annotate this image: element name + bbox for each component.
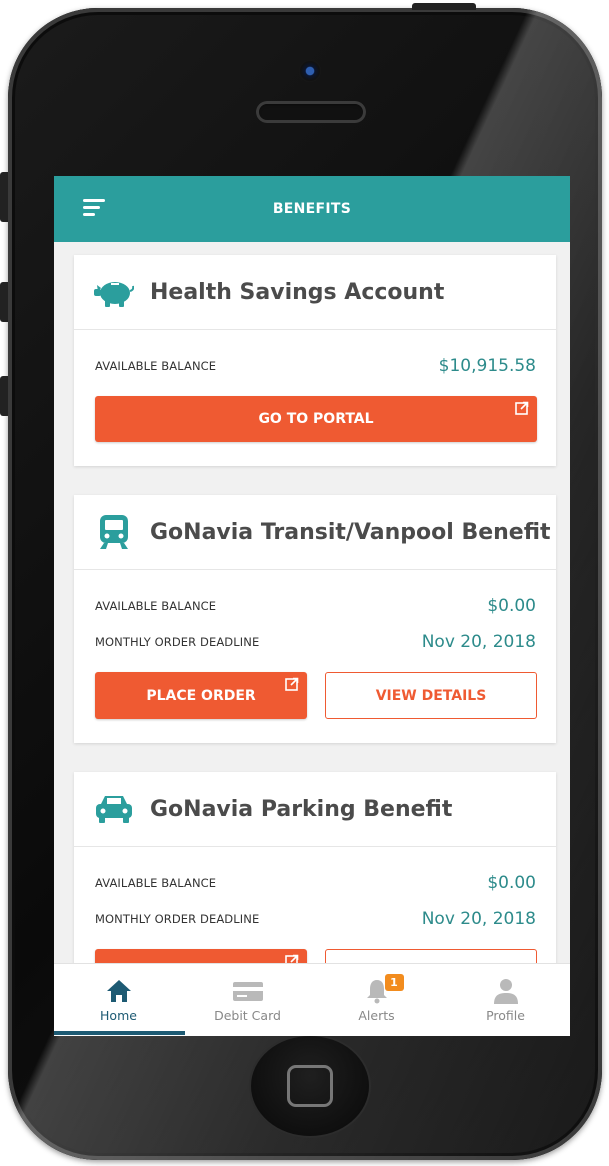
volume-up-button	[0, 282, 8, 322]
external-link-icon	[285, 677, 299, 691]
train-icon	[94, 515, 134, 549]
balance-row: AVAILABLE BALANCE $0.00	[74, 871, 556, 895]
go-to-portal-label: GO TO PORTAL	[258, 411, 374, 427]
deadline-value: Nov 20, 2018	[421, 632, 536, 652]
deadline-row: MONTHLY ORDER DEADLINE Nov 20, 2018	[74, 630, 556, 654]
home-hardware-button[interactable]	[251, 1036, 369, 1136]
volume-down-button	[0, 376, 8, 416]
nav-label: Home	[100, 1008, 137, 1023]
card-title: GoNavia Transit/Vanpool Benefit	[150, 519, 551, 545]
nav-label: Debit Card	[214, 1008, 281, 1023]
external-link-icon	[515, 401, 529, 415]
piggy-bank-icon	[94, 275, 134, 309]
page-title: BENEFITS	[272, 201, 352, 217]
hamburger-menu-icon[interactable]	[83, 199, 105, 217]
go-to-portal-button[interactable]: GO TO PORTAL	[95, 396, 537, 442]
view-details-label: VIEW DETAILS	[375, 687, 487, 704]
nav-home[interactable]: Home	[54, 964, 185, 1036]
deadline-label: MONTHLY ORDER DEADLINE	[95, 912, 260, 926]
app-header: BENEFITS	[54, 176, 570, 242]
card-title: Health Savings Account	[150, 279, 445, 305]
balance-value: $10,915.58	[438, 356, 536, 376]
balance-row: AVAILABLE BALANCE $0.00	[74, 594, 556, 618]
earpiece-speaker	[256, 101, 366, 123]
view-details-button[interactable]: VIEW DETAILS	[325, 672, 537, 719]
balance-row: AVAILABLE BALANCE $10,915.58	[74, 330, 556, 402]
power-button	[412, 3, 476, 10]
nav-alerts[interactable]: 1 Alerts	[312, 964, 441, 1036]
active-tab-indicator	[54, 1031, 185, 1035]
mute-switch	[0, 172, 8, 222]
place-order-button[interactable]: PLACE ORDER	[95, 672, 307, 719]
nav-label: Alerts	[358, 1008, 395, 1023]
nav-profile[interactable]: Profile	[441, 964, 570, 1036]
alert-count-badge: 1	[384, 974, 404, 991]
nav-debit-card[interactable]: Debit Card	[183, 964, 312, 1036]
app-screen: BENEFITS Health Savings Account AVAILABL…	[54, 176, 570, 1036]
deadline-row: MONTHLY ORDER DEADLINE Nov 20, 2018	[74, 907, 556, 931]
balance-value: $0.00	[487, 873, 536, 893]
user-icon	[493, 978, 519, 1004]
nav-label: Profile	[486, 1008, 525, 1023]
home-icon	[106, 978, 132, 1004]
front-camera	[299, 60, 321, 82]
credit-card-icon	[232, 978, 263, 1004]
card-title: GoNavia Parking Benefit	[150, 796, 453, 822]
deadline-label: MONTHLY ORDER DEADLINE	[95, 635, 260, 649]
balance-label: AVAILABLE BALANCE	[95, 599, 217, 613]
car-icon	[94, 792, 134, 826]
deadline-value: Nov 20, 2018	[421, 909, 536, 929]
balance-value: $0.00	[487, 596, 536, 616]
balance-label: AVAILABLE BALANCE	[95, 876, 217, 890]
place-order-label: PLACE ORDER	[146, 687, 256, 704]
hsa-card: Health Savings Account AVAILABLE BALANCE…	[74, 255, 556, 466]
bottom-nav: Home Debit Card 1 Alerts Profile	[54, 963, 570, 1036]
transit-card: GoNavia Transit/Vanpool Benefit AVAILABL…	[74, 495, 556, 743]
balance-label: AVAILABLE BALANCE	[95, 359, 217, 373]
